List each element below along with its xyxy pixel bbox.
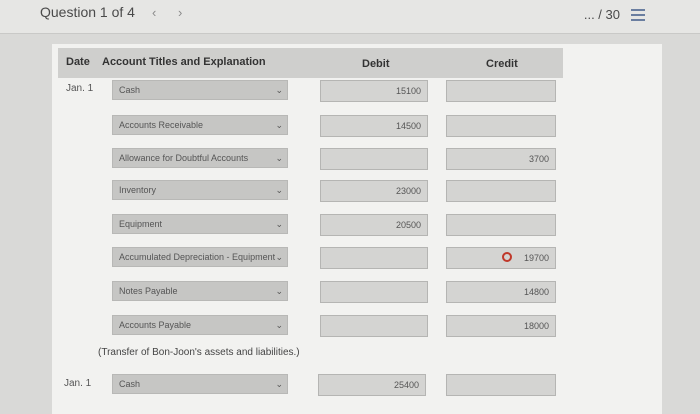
chevron-down-icon: ⌄ <box>275 153 283 163</box>
col-credit: Credit <box>486 58 518 70</box>
col-debit: Debit <box>362 58 390 70</box>
debit-input[interactable] <box>320 281 428 303</box>
prev-question-button[interactable]: ‹ <box>152 5 156 20</box>
credit-input[interactable]: 3700 <box>446 148 556 170</box>
credit-input[interactable]: 19700 <box>446 247 556 269</box>
error-icon <box>502 252 512 262</box>
account-label: Inventory <box>119 185 157 195</box>
account-label: Accounts Receivable <box>119 120 204 130</box>
chevron-down-icon: ⌄ <box>275 185 283 195</box>
account-label: Accumulated Depreciation - Equipment <box>119 252 276 262</box>
account-select[interactable]: Accounts Receivable ⌄ <box>112 115 288 135</box>
question-title: Question 1 of 4 <box>40 4 135 20</box>
account-label: Equipment <box>119 219 163 229</box>
row-date: Jan. 1 <box>66 83 94 94</box>
account-select[interactable]: Cash ⌄ <box>112 80 288 100</box>
col-date: Date <box>66 56 90 68</box>
credit-input[interactable] <box>446 80 556 102</box>
chevron-down-icon: ⌄ <box>275 286 283 296</box>
chevron-down-icon: ⌄ <box>275 379 283 389</box>
chevron-down-icon: ⌄ <box>275 320 283 330</box>
credit-input[interactable] <box>446 214 556 236</box>
debit-input[interactable]: 14500 <box>320 115 428 137</box>
chevron-down-icon: ⌄ <box>275 252 283 262</box>
entry-explanation: (Transfer of Bon-Joon's assets and liabi… <box>98 347 300 358</box>
debit-input[interactable] <box>320 148 428 170</box>
credit-input[interactable] <box>446 115 556 137</box>
account-select[interactable]: Accounts Payable ⌄ <box>112 315 288 335</box>
list-icon[interactable] <box>631 9 645 21</box>
debit-input[interactable]: 15100 <box>320 80 428 102</box>
debit-input[interactable] <box>320 247 428 269</box>
credit-input[interactable]: 14800 <box>446 281 556 303</box>
account-label: Accounts Payable <box>119 320 192 330</box>
account-select[interactable]: Inventory ⌄ <box>112 180 288 200</box>
chevron-down-icon: ⌄ <box>275 85 283 95</box>
chevron-down-icon: ⌄ <box>275 120 283 130</box>
account-select[interactable]: Cash ⌄ <box>112 374 288 394</box>
account-select[interactable]: Notes Payable ⌄ <box>112 281 288 301</box>
top-bar: Question 1 of 4 ‹ › ... / 30 <box>0 0 700 34</box>
debit-input[interactable]: 23000 <box>320 180 428 202</box>
account-label: Allowance for Doubtful Accounts <box>119 153 249 163</box>
account-label: Cash <box>119 85 141 95</box>
debit-input[interactable]: 20500 <box>320 214 428 236</box>
points-label: ... / 30 <box>583 7 620 22</box>
col-account: Account Titles and Explanation <box>102 56 266 68</box>
account-label: Notes Payable <box>119 286 178 296</box>
chevron-down-icon: ⌄ <box>275 219 283 229</box>
debit-input[interactable]: 25400 <box>318 374 426 396</box>
account-label: Cash <box>119 379 141 389</box>
next-question-button[interactable]: › <box>178 5 182 20</box>
account-select[interactable]: Accumulated Depreciation - Equipment ⌄ <box>112 247 288 267</box>
credit-input[interactable]: 18000 <box>446 315 556 337</box>
debit-input[interactable] <box>320 315 428 337</box>
account-select[interactable]: Allowance for Doubtful Accounts ⌄ <box>112 148 288 168</box>
account-select[interactable]: Equipment ⌄ <box>112 214 288 234</box>
row-date: Jan. 1 <box>64 378 92 389</box>
credit-input[interactable] <box>446 180 556 202</box>
credit-input[interactable] <box>446 374 556 396</box>
